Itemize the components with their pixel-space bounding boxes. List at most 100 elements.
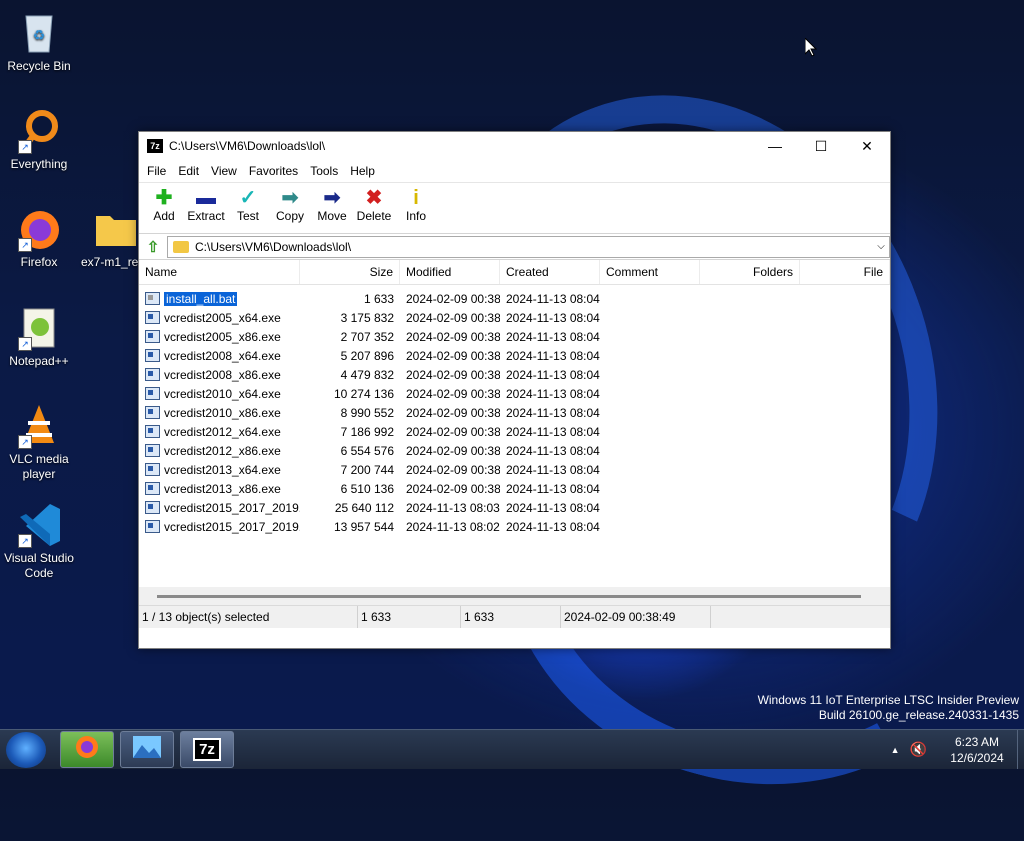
menu-tools[interactable]: Tools xyxy=(304,164,344,178)
column-created[interactable]: Created xyxy=(500,260,600,284)
svg-text:♻: ♻ xyxy=(33,27,46,43)
desktop-icon-folder[interactable]: ex7-m1_rel xyxy=(78,206,140,270)
maximize-button[interactable]: ☐ xyxy=(798,132,844,160)
file-name-cell: vcredist2012_x86.exe xyxy=(139,444,300,458)
file-row[interactable]: vcredist2010_x86.exe 8 990 552 2024-02-09 … xyxy=(139,403,890,422)
shortcut-arrow-icon: ↗ xyxy=(18,337,32,351)
column-folders[interactable]: Folders xyxy=(700,260,800,284)
file-row[interactable]: vcredist2013_x86.exe 6 510 136 2024-02-09 … xyxy=(139,479,890,498)
file-created: 2024-11-13 08:04 xyxy=(506,481,600,496)
file-size: 10 274 136 xyxy=(333,386,394,401)
up-folder-icon[interactable]: ⇧ xyxy=(139,238,167,256)
menu-help[interactable]: Help xyxy=(344,164,381,178)
status-packed-size: 1 633 xyxy=(461,606,561,628)
test-label: Test xyxy=(236,209,259,223)
horizontal-scrollbar[interactable] xyxy=(139,587,890,605)
address-input[interactable]: C:\Users\VM6\Downloads\lol\ ⌵ xyxy=(167,235,890,258)
speaker-muted-icon[interactable]: 🔇 xyxy=(910,741,927,758)
exe-file-icon xyxy=(145,444,160,457)
test-button[interactable]: ✓ Test xyxy=(227,183,269,223)
taskbar-7zip[interactable]: 7z xyxy=(180,731,234,768)
watermark-edition: Windows 11 IoT Enterprise LTSC Insider P… xyxy=(757,693,1019,707)
taskbar-photos[interactable] xyxy=(120,731,174,768)
file-row[interactable]: vcredist2015_2017_2019... 25 640 112 2024-… xyxy=(139,498,890,517)
desktop-icon-firefox[interactable]: ↗ Firefox xyxy=(0,206,78,270)
file-modified: 2024-02-09 00:38 xyxy=(406,291,500,306)
column-files[interactable]: File xyxy=(800,260,890,284)
desktop-icon-label: Visual Studio Code xyxy=(4,551,74,580)
exe-file-icon xyxy=(145,349,160,362)
desktop-icon-label: Everything xyxy=(10,157,68,171)
column-name[interactable]: Name xyxy=(139,260,300,284)
plus-icon: ✚ xyxy=(155,187,173,209)
start-button[interactable] xyxy=(6,731,46,768)
file-rows: install_all.bat 1 633 2024-02-09 00:38 2024… xyxy=(139,289,890,536)
file-row[interactable]: vcredist2008_x86.exe 4 479 832 2024-02-09 … xyxy=(139,365,890,384)
menu-view[interactable]: View xyxy=(205,164,243,178)
clock-date: 12/6/2024 xyxy=(950,750,1004,765)
batch-file-icon xyxy=(145,292,160,305)
show-desktop-button[interactable] xyxy=(1017,730,1024,769)
7zip-window[interactable]: 7z C:\Users\VM6\Downloads\lol\ — ☐ ✕ Fil… xyxy=(138,131,891,649)
status-bar: 1 / 13 object(s) selected 1 633 1 633 20… xyxy=(139,605,890,628)
folder-icon xyxy=(173,240,189,253)
info-button[interactable]: i Info xyxy=(395,183,437,223)
clock[interactable]: 6:23 AM 12/6/2024 xyxy=(937,734,1017,766)
file-list[interactable]: Name Size Modified Created Comment Folde… xyxy=(139,260,890,605)
file-created: 2024-11-13 08:04 xyxy=(506,329,600,344)
file-created: 2024-11-13 08:04 xyxy=(506,500,600,515)
7zip-app-icon: 7z xyxy=(147,139,163,153)
file-name-cell: vcredist2008_x64.exe xyxy=(139,349,300,363)
column-comment[interactable]: Comment xyxy=(600,260,700,284)
add-button[interactable]: ✚ Add xyxy=(143,183,185,223)
column-modified[interactable]: Modified xyxy=(400,260,500,284)
close-button[interactable]: ✕ xyxy=(844,132,890,160)
desktop-icon-label: ex7-m1_rel xyxy=(81,255,140,269)
desktop-icon-everything[interactable]: ↗ Everything xyxy=(0,108,78,172)
file-created: 2024-11-13 08:04 xyxy=(506,405,600,420)
file-created: 2024-11-13 08:04 xyxy=(506,367,600,382)
chevron-down-icon[interactable]: ⌵ xyxy=(873,241,889,252)
desktop-icon-label: Firefox xyxy=(20,255,58,269)
file-name-cell: vcredist2005_x64.exe xyxy=(139,311,300,325)
file-modified: 2024-02-09 00:38 xyxy=(406,405,500,420)
delete-button[interactable]: ✖ Delete xyxy=(353,183,395,223)
desktop-icon-vlc[interactable]: ↗ VLC media player xyxy=(0,403,78,482)
desktop-icon-vscode[interactable]: ↗ Visual Studio Code xyxy=(0,502,78,581)
file-name-cell: vcredist2015_2017_2019... xyxy=(139,501,300,515)
file-row[interactable]: vcredist2012_x64.exe 7 186 992 2024-02-09 … xyxy=(139,422,890,441)
copy-arrow-icon: ➡ xyxy=(281,187,299,209)
scrollbar-thumb[interactable] xyxy=(157,595,861,598)
file-size: 6 554 576 xyxy=(340,443,394,458)
column-size[interactable]: Size xyxy=(300,260,400,284)
chevron-up-icon[interactable]: ▲ xyxy=(891,745,900,755)
file-row[interactable]: install_all.bat 1 633 2024-02-09 00:38 2024… xyxy=(139,289,890,308)
menu-favorites[interactable]: Favorites xyxy=(243,164,304,178)
menu-edit[interactable]: Edit xyxy=(172,164,205,178)
file-row[interactable]: vcredist2015_2017_2019... 13 957 544 2024-… xyxy=(139,517,890,536)
file-row[interactable]: vcredist2012_x86.exe 6 554 576 2024-02-09 … xyxy=(139,441,890,460)
status-size: 1 633 xyxy=(358,606,461,628)
extract-button[interactable]: ▬ Extract xyxy=(185,183,227,223)
desktop-icon-recycle-bin[interactable]: ♻ Recycle Bin xyxy=(0,10,78,74)
file-size: 1 633 xyxy=(363,291,394,306)
everything-search-icon: ↗ xyxy=(16,108,62,154)
file-row[interactable]: vcredist2005_x86.exe 2 707 352 2024-02-09 … xyxy=(139,327,890,346)
file-row[interactable]: vcredist2013_x64.exe 7 200 744 2024-02-09 … xyxy=(139,460,890,479)
desktop-icon-notepadpp[interactable]: ↗ Notepad++ xyxy=(0,305,78,369)
move-button[interactable]: ➡ Move xyxy=(311,183,353,223)
exe-file-icon xyxy=(145,387,160,400)
title-bar[interactable]: 7z C:\Users\VM6\Downloads\lol\ — ☐ ✕ xyxy=(139,132,890,160)
menu-file[interactable]: File xyxy=(141,164,172,178)
file-modified: 2024-11-13 08:02 xyxy=(406,519,500,534)
check-icon: ✓ xyxy=(239,187,257,209)
file-row[interactable]: vcredist2008_x64.exe 5 207 896 2024-02-09 … xyxy=(139,346,890,365)
taskbar-firefox[interactable] xyxy=(60,731,114,768)
file-created: 2024-11-13 08:04 xyxy=(506,348,600,363)
file-modified: 2024-02-09 00:38 xyxy=(406,329,500,344)
copy-button[interactable]: ➡ Copy xyxy=(269,183,311,223)
file-row[interactable]: vcredist2010_x64.exe 10 274 136 2024-02-09… xyxy=(139,384,890,403)
minimize-button[interactable]: — xyxy=(752,132,798,160)
move-arrow-icon: ➡ xyxy=(323,187,341,209)
file-row[interactable]: vcredist2005_x64.exe 3 175 832 2024-02-09 … xyxy=(139,308,890,327)
